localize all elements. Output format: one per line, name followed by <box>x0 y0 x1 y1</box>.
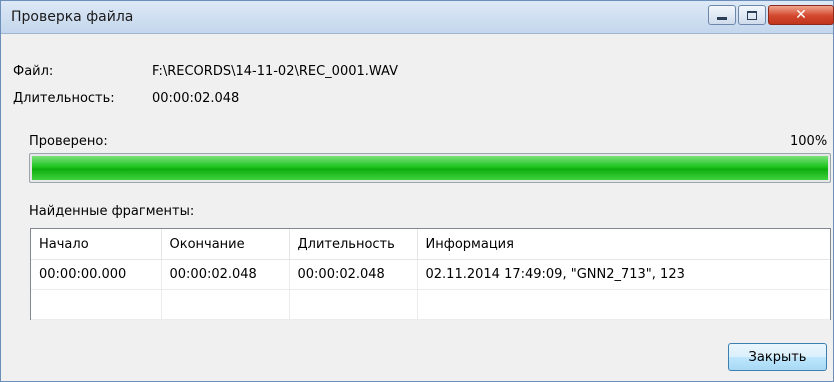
progress-bar-fill <box>32 156 828 180</box>
close-button[interactable]: Закрыть <box>728 343 827 371</box>
progress-label: Проверено: <box>29 134 108 149</box>
dialog-content: Файл: F:\RECORDS\14-11-02\REC_0001.WAV Д… <box>1 34 833 381</box>
minimize-button[interactable] <box>708 5 736 25</box>
column-header-start[interactable]: Начало <box>31 229 162 260</box>
window-title: Проверка файла <box>11 9 134 25</box>
column-header-end[interactable]: Окончание <box>161 229 290 260</box>
minimize-icon <box>717 16 727 20</box>
fragments-table: Начало Окончание Длительность Информация… <box>31 229 830 320</box>
column-header-info[interactable]: Информация <box>417 229 830 260</box>
window-close-button[interactable]: ✕ <box>768 5 834 25</box>
progress-bar <box>29 153 831 183</box>
cell-duration: 00:00:02.048 <box>289 259 418 290</box>
column-header-duration[interactable]: Длительность <box>289 229 418 260</box>
cell-end: 00:00:02.048 <box>161 259 290 290</box>
maximize-button[interactable] <box>738 5 766 25</box>
fragments-list[interactable]: Начало Окончание Длительность Информация… <box>30 228 831 320</box>
title-bar[interactable]: Проверка файла ✕ <box>1 1 834 34</box>
duration-value: 00:00:02.048 <box>152 91 240 106</box>
progress-percent: 100% <box>790 134 828 149</box>
cell-info: 02.11.2014 17:49:09, "GNN2_713", 123 <box>417 259 830 290</box>
file-label: Файл: <box>13 64 54 79</box>
empty-row <box>31 289 830 320</box>
close-icon: ✕ <box>795 7 807 23</box>
table-row[interactable]: 00:00:00.000 00:00:02.048 00:00:02.048 0… <box>31 259 830 290</box>
fragments-header-row: Начало Окончание Длительность Информация <box>31 229 830 260</box>
duration-label: Длительность: <box>13 91 115 106</box>
file-path: F:\RECORDS\14-11-02\REC_0001.WAV <box>152 64 398 79</box>
maximize-icon <box>747 10 757 20</box>
file-check-window: Проверка файла ✕ Файл: F:\RECORDS\14-11-… <box>0 0 834 382</box>
cell-start: 00:00:00.000 <box>31 259 162 290</box>
fragments-label: Найденные фрагменты: <box>29 204 195 219</box>
